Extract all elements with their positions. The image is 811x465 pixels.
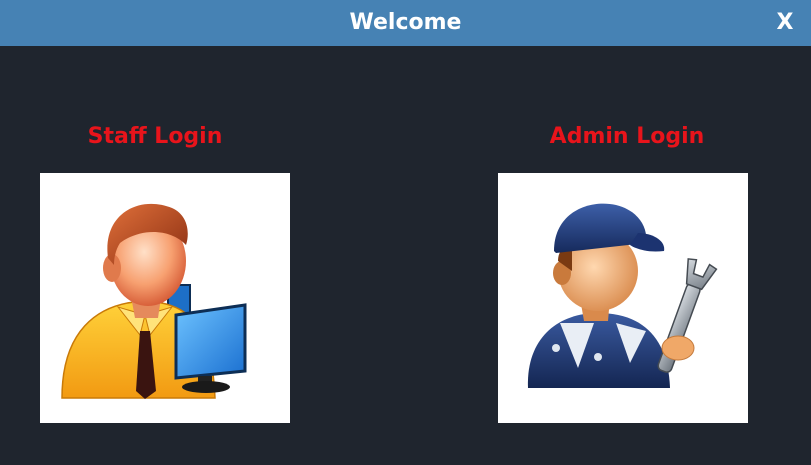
staff-user-computer-icon	[61, 203, 247, 399]
close-button[interactable]: X	[775, 8, 795, 38]
admin-mechanic-wrench-icon	[527, 203, 718, 388]
title-bar: Welcome X	[0, 0, 811, 46]
admin-login-label[interactable]: Admin Login	[497, 122, 757, 152]
welcome-window: Welcome X Staff Login Admin Login	[0, 0, 811, 465]
admin-login-button[interactable]	[498, 173, 748, 423]
staff-login-label[interactable]: Staff Login	[40, 122, 270, 152]
staff-login-button[interactable]	[40, 173, 290, 423]
window-title: Welcome	[349, 10, 462, 35]
